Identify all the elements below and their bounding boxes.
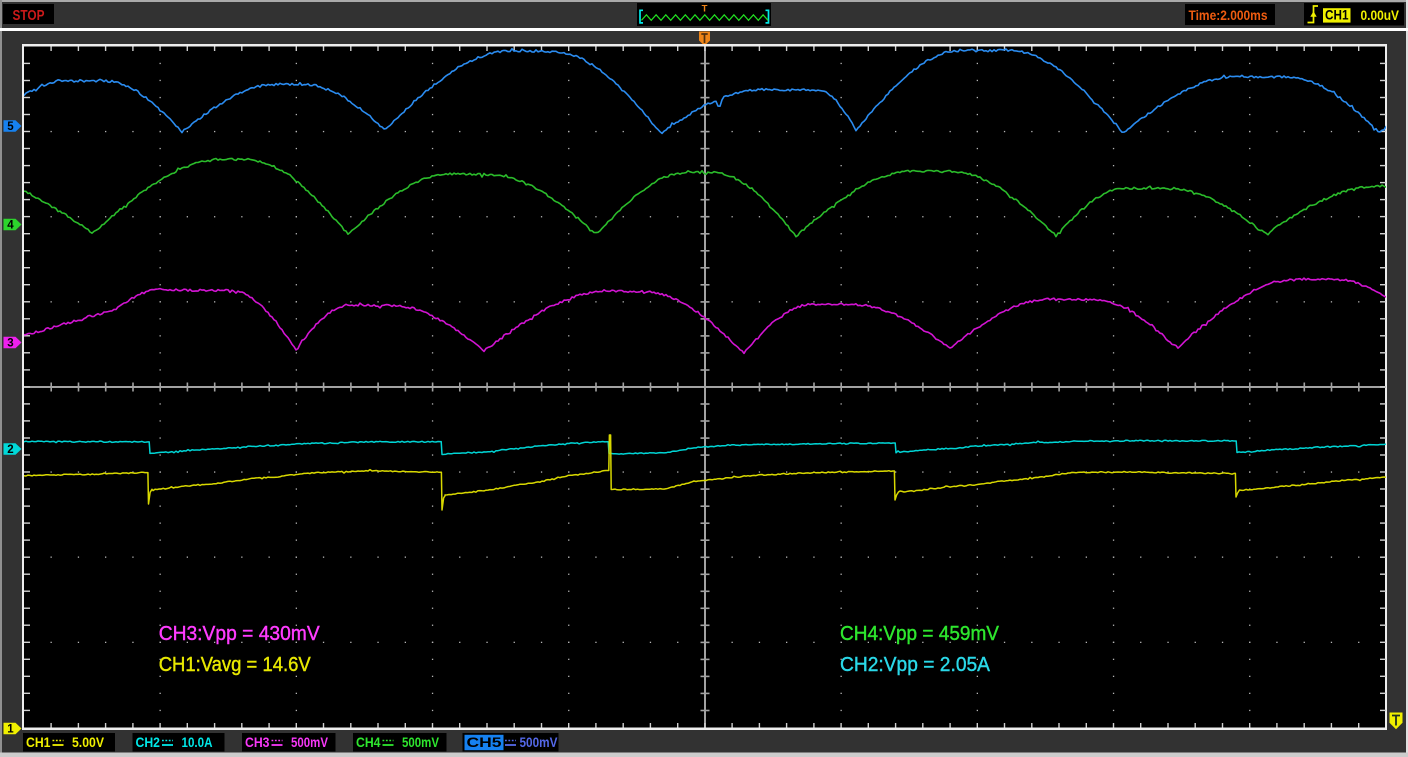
svg-text:CH3:Vpp = 430mV: CH3:Vpp = 430mV <box>159 623 321 645</box>
svg-text:STOP: STOP <box>13 8 45 24</box>
svg-text:CH2: CH2 <box>136 734 161 750</box>
svg-text:CH4: CH4 <box>356 734 381 750</box>
svg-text:CH4:Vpp = 459mV: CH4:Vpp = 459mV <box>840 623 1000 645</box>
svg-text:5.00V: 5.00V <box>72 734 105 750</box>
svg-text:0.00uV: 0.00uV <box>1361 7 1400 23</box>
svg-text:Time:2.000ms: Time:2.000ms <box>1189 8 1268 23</box>
svg-text:CH1: CH1 <box>26 734 51 750</box>
svg-text:CH1: CH1 <box>1325 8 1349 23</box>
svg-text:1: 1 <box>7 724 14 736</box>
svg-text:CH3: CH3 <box>245 734 270 750</box>
svg-text:500mV: 500mV <box>291 734 329 750</box>
svg-text:CH1:Vavg = 14.6V: CH1:Vavg = 14.6V <box>159 654 312 676</box>
svg-text:2: 2 <box>7 444 13 456</box>
svg-text:3: 3 <box>7 338 13 350</box>
svg-text:500mV: 500mV <box>402 734 440 750</box>
svg-text:CH2:Vpp = 2.05A: CH2:Vpp = 2.05A <box>840 654 991 676</box>
svg-text:T: T <box>702 3 708 14</box>
svg-text:CH5: CH5 <box>467 734 502 750</box>
svg-text:500mV: 500mV <box>520 734 559 750</box>
svg-text:4: 4 <box>7 220 14 232</box>
svg-text:10.0A: 10.0A <box>182 734 213 750</box>
svg-text:5: 5 <box>7 121 14 133</box>
